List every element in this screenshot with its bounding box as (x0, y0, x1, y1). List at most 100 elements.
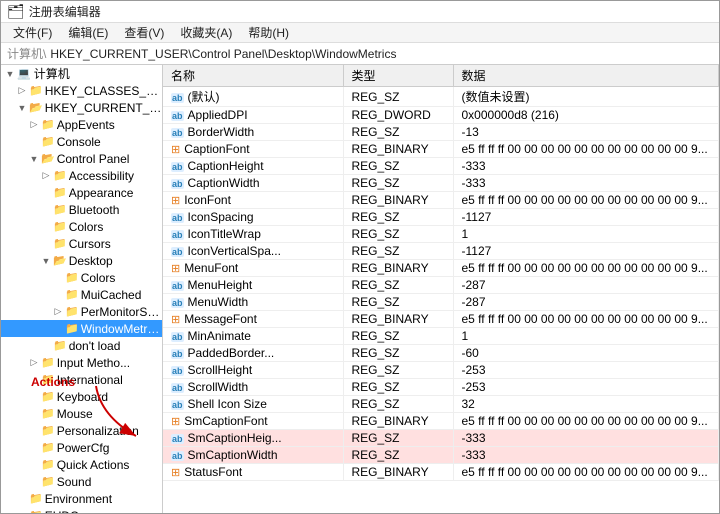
sidebar-label: AppEvents (57, 118, 115, 132)
sidebar-item-sound[interactable]: 📁 Sound (1, 473, 162, 490)
sidebar-item-console[interactable]: 📁 Console (1, 133, 162, 150)
expand-icon (15, 511, 29, 514)
table-row[interactable]: abSmCaptionHeig...REG_SZ-333 (163, 430, 719, 447)
menu-item[interactable]: 文件(F) (5, 22, 60, 43)
menu-item[interactable]: 收藏夹(A) (172, 22, 240, 43)
string-icon: ab (171, 230, 184, 240)
cell-name: abPaddedBorder... (163, 345, 343, 362)
string-icon: ab (171, 400, 184, 410)
cell-data: e5 ff ff ff 00 00 00 00 00 00 00 00 00 0… (453, 260, 719, 277)
table-row[interactable]: ⊞MenuFontREG_BINARYe5 ff ff ff 00 00 00 … (163, 260, 719, 277)
table-row[interactable]: abMenuHeightREG_SZ-287 (163, 277, 719, 294)
menu-item[interactable]: 帮助(H) (240, 22, 297, 43)
sidebar-item-international[interactable]: 📁 International (1, 371, 162, 388)
sidebar-item-appearance[interactable]: 📁 Appearance (1, 184, 162, 201)
table-row[interactable]: ⊞MessageFontREG_BINARYe5 ff ff ff 00 00 … (163, 311, 719, 328)
sidebar-item-keyboard[interactable]: 📁 Keyboard (1, 388, 162, 405)
sidebar-item-computer[interactable]: ▼ 💻 计算机 (1, 65, 162, 82)
cell-name: ⊞CaptionFont (163, 141, 343, 158)
cell-data: -333 (453, 158, 719, 175)
cell-name: abAppliedDPI (163, 107, 343, 124)
sidebar-item-quickactions[interactable]: 📁 Quick Actions (1, 456, 162, 473)
address-path: HKEY_CURRENT_USER\Control Panel\Desktop\… (50, 47, 396, 61)
binary-icon: ⊞ (171, 467, 180, 479)
col-type[interactable]: 类型 (343, 65, 453, 87)
table-row[interactable]: abIconTitleWrapREG_SZ1 (163, 226, 719, 243)
string-icon: ab (171, 349, 184, 359)
cell-name: ab(默认) (163, 87, 343, 107)
cell-type: REG_BINARY (343, 141, 453, 158)
cell-data: -333 (453, 175, 719, 192)
table-row[interactable]: ⊞CaptionFontREG_BINARYe5 ff ff ff 00 00 … (163, 141, 719, 158)
col-data[interactable]: 数据 (453, 65, 719, 87)
expand-icon: ▷ (51, 306, 65, 317)
sidebar-item-bluetooth[interactable]: 📁 Bluetooth (1, 201, 162, 218)
cell-type: REG_BINARY (343, 192, 453, 209)
table-row[interactable]: ⊞StatusFontREG_BINARYe5 ff ff ff 00 00 0… (163, 464, 719, 481)
sidebar-item-muicached[interactable]: 📁 MuiCached (1, 286, 162, 303)
col-name[interactable]: 名称 (163, 65, 343, 87)
menu-item[interactable]: 查看(V) (116, 22, 172, 43)
table-row[interactable]: abCaptionHeightREG_SZ-333 (163, 158, 719, 175)
table-row[interactable]: ⊞IconFontREG_BINARYe5 ff ff ff 00 00 00 … (163, 192, 719, 209)
folder-icon: 📁 (53, 237, 67, 250)
content-scroll[interactable]: 名称 类型 数据 ab(默认)REG_SZ(数值未设置)abAppliedDPI… (163, 65, 719, 513)
sidebar-item-dontload[interactable]: 📁 don't load (1, 337, 162, 354)
table-row[interactable]: ab(默认)REG_SZ(数值未设置) (163, 87, 719, 107)
sidebar-item-environment[interactable]: 📁 Environment (1, 490, 162, 507)
sidebar-item-desktopcolors[interactable]: 📁 Colors (1, 269, 162, 286)
table-row[interactable]: abIconSpacingREG_SZ-1127 (163, 209, 719, 226)
folder-icon: 📂 (41, 152, 55, 165)
string-icon: ab (171, 93, 184, 103)
sidebar-item-hkcr[interactable]: ▷ 📁 HKEY_CLASSES_ROOT (1, 82, 162, 99)
table-row[interactable]: abCaptionWidthREG_SZ-333 (163, 175, 719, 192)
table-row[interactable]: abBorderWidthREG_SZ-13 (163, 124, 719, 141)
sidebar-item-permonitorsettings[interactable]: ▷ 📁 PerMonitorSettings (1, 303, 162, 320)
cell-name: abScrollHeight (163, 362, 343, 379)
table-row[interactable]: abScrollHeightREG_SZ-253 (163, 362, 719, 379)
sidebar-item-eudc[interactable]: 📁 EUDC (1, 507, 162, 513)
cell-name: abScrollWidth (163, 379, 343, 396)
folder-icon: 📁 (41, 390, 55, 403)
table-row[interactable]: abPaddedBorder...REG_SZ-60 (163, 345, 719, 362)
sidebar-label: HKEY_CURRENT_USER (45, 101, 162, 115)
sidebar-item-inputmethod[interactable]: ▷ 📁 Input Metho... (1, 354, 162, 371)
table-row[interactable]: abSmCaptionWidthREG_SZ-333 (163, 447, 719, 464)
sidebar-item-appevents[interactable]: ▷ 📁 AppEvents (1, 116, 162, 133)
sidebar-label: Quick Actions (57, 458, 130, 472)
expand-icon (27, 460, 41, 470)
folder-icon: 📁 (41, 441, 55, 454)
menu-item[interactable]: 编辑(E) (60, 22, 116, 43)
table-row[interactable]: abIconVerticalSpa...REG_SZ-1127 (163, 243, 719, 260)
table-row[interactable]: abShell Icon SizeREG_SZ32 (163, 396, 719, 413)
sidebar-label: Keyboard (57, 390, 108, 404)
cell-data: 32 (453, 396, 719, 413)
table-row[interactable]: abMenuWidthREG_SZ-287 (163, 294, 719, 311)
cell-type: REG_SZ (343, 328, 453, 345)
sidebar-item-personalization[interactable]: 📁 Personalization (1, 422, 162, 439)
sidebar-item-mouse[interactable]: 📁 Mouse (1, 405, 162, 422)
sidebar-item-controlpanel[interactable]: ▼ 📂 Control Panel (1, 150, 162, 167)
string-icon: ab (171, 111, 184, 121)
table-row[interactable]: abScrollWidthREG_SZ-253 (163, 379, 719, 396)
sidebar-item-powercfg[interactable]: 📁 PowerCfg (1, 439, 162, 456)
sidebar-item-hkcu[interactable]: ▼ 📂 HKEY_CURRENT_USER (1, 99, 162, 116)
table-row[interactable]: abMinAnimateREG_SZ1 (163, 328, 719, 345)
cell-name: ⊞MenuFont (163, 260, 343, 277)
cell-type: REG_SZ (343, 430, 453, 447)
table-row[interactable]: ⊞SmCaptionFontREG_BINARYe5 ff ff ff 00 0… (163, 413, 719, 430)
sidebar-label: Environment (45, 492, 112, 506)
sidebar-item-desktop[interactable]: ▼ 📂 Desktop (1, 252, 162, 269)
cell-type: REG_BINARY (343, 311, 453, 328)
folder-icon: 📁 (41, 407, 55, 420)
sidebar-item-accessibility[interactable]: ▷ 📁 Accessibility (1, 167, 162, 184)
expand-icon: ▼ (15, 103, 29, 113)
sidebar-item-colors[interactable]: 📁 Colors (1, 218, 162, 235)
table-row[interactable]: abAppliedDPIREG_DWORD0x000000d8 (216) (163, 107, 719, 124)
cell-data: 1 (453, 328, 719, 345)
sidebar[interactable]: ▼ 💻 计算机 ▷ 📁 HKEY_CLASSES_ROOT ▼ 📂 HKEY_C… (1, 65, 163, 513)
sidebar-label: Colors (81, 271, 116, 285)
sidebar-item-windowmetrics[interactable]: 📁 WindowMetrics (1, 320, 162, 337)
sidebar-item-cursors[interactable]: 📁 Cursors (1, 235, 162, 252)
folder-icon: 📁 (65, 305, 79, 318)
